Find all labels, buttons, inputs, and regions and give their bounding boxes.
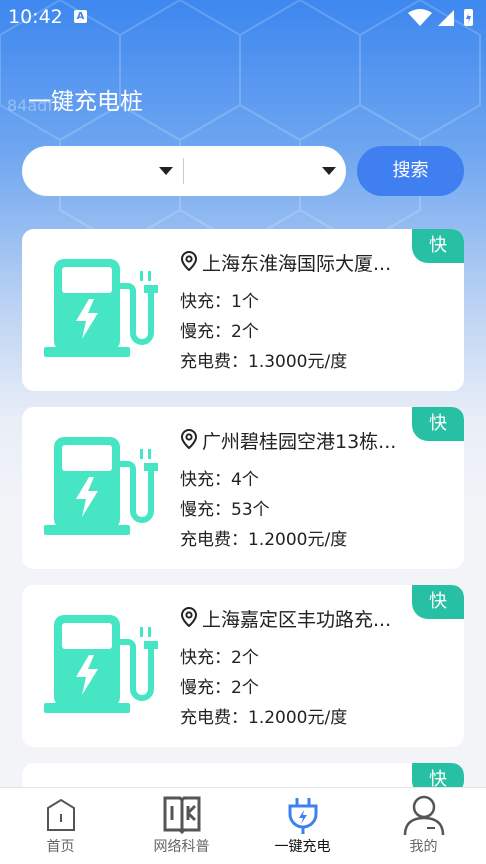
- fast-tag-badge: 快: [412, 407, 464, 441]
- charging-station-icon: [44, 437, 158, 535]
- tab-home-label: 首页: [46, 839, 75, 855]
- charge-fee: 充电费：1.2000元/度: [180, 708, 348, 728]
- user-icon: [403, 795, 445, 836]
- tab-home[interactable]: 首页: [0, 788, 121, 864]
- tab-mine[interactable]: 我的: [363, 788, 484, 864]
- charge-fee: 充电费：1.2000元/度: [180, 530, 348, 550]
- fast-charge-count: 快充：2个: [180, 648, 259, 668]
- search-button[interactable]: 搜索: [357, 146, 464, 196]
- book-icon: [163, 796, 201, 835]
- filter-divider: [183, 158, 184, 184]
- bottom-tab-bar: 首页 网络科普 一键充电 我的: [0, 787, 486, 864]
- charge-fee: 充电费：1.3000元/度: [180, 352, 348, 372]
- station-name: 广州碧桂园空港13栋...: [202, 431, 397, 453]
- fast-tag-badge: 快: [412, 585, 464, 619]
- station-card[interactable]: 广州碧桂园空港13栋... 快充：4个 慢充：53个 充电费：1.2000元/度…: [22, 407, 464, 569]
- fast-charge-count: 快充：1个: [180, 292, 259, 312]
- status-time: 10:42: [8, 6, 63, 28]
- city-dropdown-caret-icon[interactable]: [322, 167, 336, 175]
- province-dropdown-caret-icon[interactable]: [159, 167, 173, 175]
- station-name: 上海东淮海国际大厦...: [202, 253, 392, 275]
- tab-mine-label: 我的: [409, 839, 438, 855]
- fast-charge-count: 快充：4个: [180, 470, 259, 490]
- plug-icon: [288, 798, 318, 834]
- tab-science[interactable]: 网络科普: [121, 788, 242, 864]
- page-title: 一键充电桩: [28, 89, 143, 115]
- slow-charge-count: 慢充：53个: [180, 500, 270, 520]
- signal-battery-icon: [408, 9, 473, 26]
- charging-station-icon: [44, 615, 158, 713]
- search-filter-box: [22, 146, 346, 196]
- home-icon: [47, 798, 75, 831]
- station-card[interactable]: 上海东淮海国际大厦... 快充：1个 慢充：2个 充电费：1.3000元/度 快: [22, 229, 464, 391]
- slow-charge-count: 慢充：2个: [180, 322, 259, 342]
- status-bar: 10:42 A: [0, 0, 486, 34]
- station-name: 上海嘉定区丰功路充...: [202, 609, 392, 631]
- charging-station-icon: [44, 259, 158, 357]
- slow-charge-count: 慢充：2个: [180, 678, 259, 698]
- tab-one-click-charge-label: 一键充电: [274, 839, 331, 855]
- tab-science-label: 网络科普: [153, 839, 210, 855]
- app-notification-icon: A: [74, 10, 87, 23]
- fast-tag-badge: 快: [412, 229, 464, 263]
- station-card[interactable]: 上海嘉定区丰功路充... 快充：2个 慢充：2个 充电费：1.2000元/度 快: [22, 585, 464, 747]
- tab-one-click-charge[interactable]: 一键充电: [242, 788, 363, 864]
